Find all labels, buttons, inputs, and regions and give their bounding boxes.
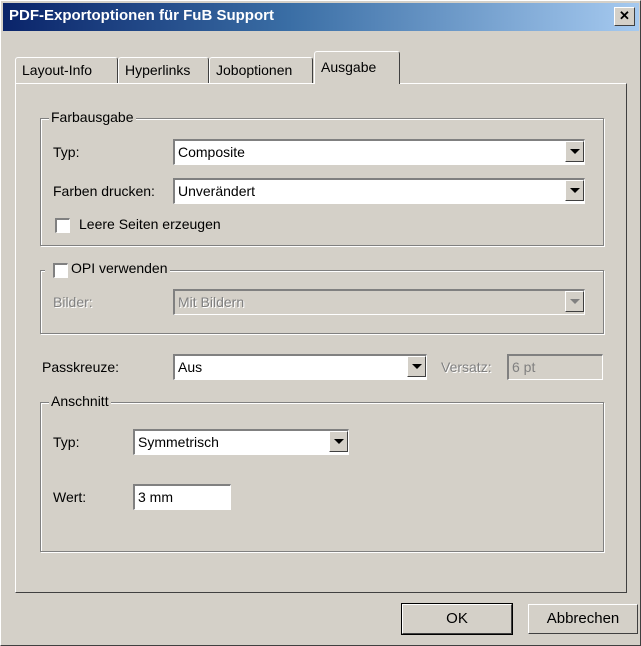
leere-seiten-checkbox[interactable]	[55, 218, 70, 233]
farben-drucken-value: Unverändert	[178, 183, 256, 199]
passkreuze-label: Passkreuze:	[42, 359, 120, 375]
farbausgabe-typ-label: Typ:	[53, 144, 80, 160]
chevron-down-icon	[570, 299, 580, 304]
farben-drucken-select[interactable]: Unverändert	[173, 178, 585, 204]
bilder-value: Mit Bildern	[178, 294, 245, 310]
farbausgabe-typ-select[interactable]: Composite	[173, 139, 585, 165]
leere-seiten-label[interactable]: Leere Seiten erzeugen	[79, 216, 221, 232]
tab-ausgabe[interactable]: Ausgabe	[314, 51, 400, 84]
farben-drucken-label: Farben drucken:	[53, 183, 155, 199]
close-button[interactable]: ✕	[614, 7, 635, 26]
anschnitt-typ-label: Typ:	[53, 434, 80, 450]
ok-button[interactable]: OK	[401, 603, 513, 635]
bilder-select[interactable]: Mit Bildern	[173, 289, 585, 315]
opi-checkbox[interactable]	[53, 263, 68, 278]
wert-label: Wert:	[53, 489, 87, 505]
tab-joboptionen[interactable]: Joboptionen	[209, 57, 313, 83]
chevron-down-icon	[570, 188, 580, 193]
passkreuze-value: Aus	[178, 359, 203, 375]
passkreuze-select[interactable]: Aus	[173, 354, 427, 380]
window-title: PDF-Exportoptionen für FuB Support	[9, 7, 274, 24]
anschnitt-typ-dropdown-button[interactable]	[329, 431, 348, 452]
tab-panel-ausgabe: Farbausgabe Typ: Composite Farben drucke…	[15, 83, 627, 593]
bilder-label: Bilder:	[53, 294, 93, 310]
versatz-input[interactable]: 6 pt	[507, 354, 603, 380]
close-icon: ✕	[619, 8, 630, 23]
anschnitt-legend: Anschnitt	[49, 393, 111, 409]
chevron-down-icon	[334, 439, 344, 444]
dialog-window: PDF-Exportoptionen für FuB Support ✕ Lay…	[0, 0, 641, 646]
farben-drucken-dropdown-button[interactable]	[565, 180, 584, 201]
versatz-label: Versatz:	[441, 359, 492, 375]
bilder-dropdown-button[interactable]	[565, 291, 584, 312]
farbausgabe-group: Farbausgabe Typ: Composite Farben drucke…	[40, 109, 604, 246]
tab-layout-info[interactable]: Layout-Info	[15, 57, 118, 83]
farbausgabe-legend: Farbausgabe	[49, 109, 136, 125]
wert-input[interactable]: 3 mm	[133, 484, 231, 510]
farbausgabe-typ-dropdown-button[interactable]	[565, 141, 584, 162]
chevron-down-icon	[412, 364, 422, 369]
anschnitt-group: Anschnitt Typ: Symmetrisch Wert: 3 mm	[40, 393, 604, 552]
farbausgabe-typ-value: Composite	[178, 144, 245, 160]
cancel-button[interactable]: Abbrechen	[528, 604, 638, 634]
opi-group: OPI verwenden Bilder: Mit Bildern	[40, 260, 604, 334]
chevron-down-icon	[570, 149, 580, 154]
anschnitt-typ-select[interactable]: Symmetrisch	[133, 429, 349, 455]
passkreuze-dropdown-button[interactable]	[407, 356, 426, 377]
anschnitt-typ-value: Symmetrisch	[138, 434, 219, 450]
title-bar[interactable]: PDF-Exportoptionen für FuB Support ✕	[3, 3, 639, 31]
tab-hyperlinks[interactable]: Hyperlinks	[118, 57, 209, 83]
